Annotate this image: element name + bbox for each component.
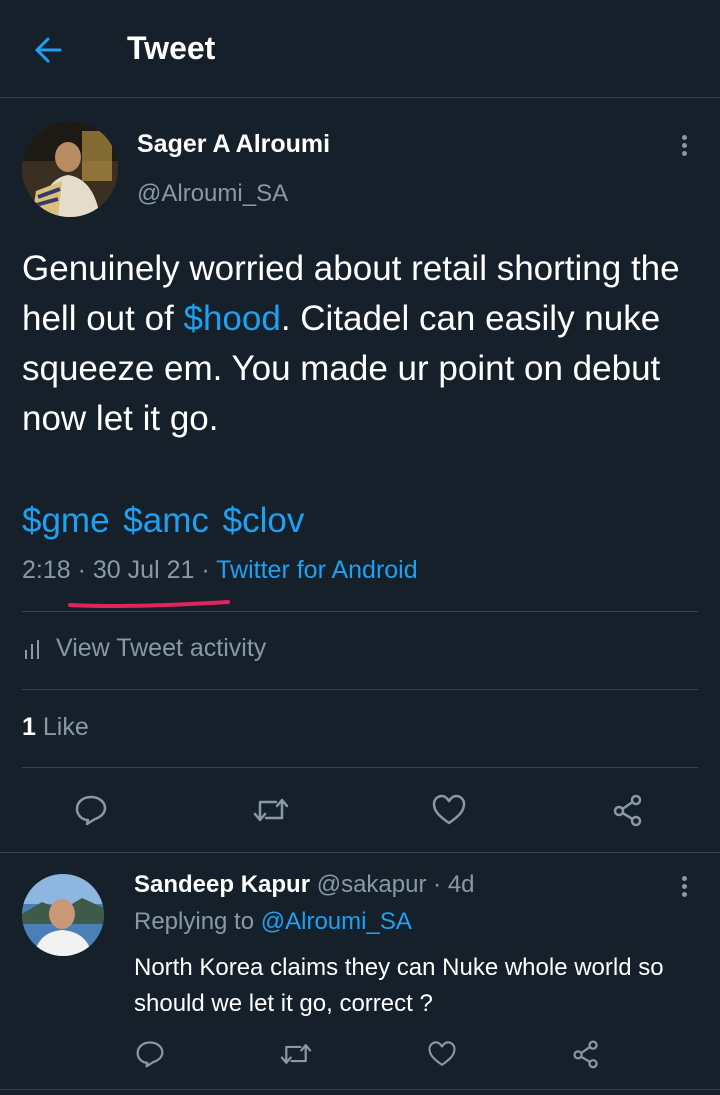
comment-icon — [136, 1041, 164, 1068]
reply-button[interactable] — [74, 793, 108, 827]
heart-icon — [428, 1041, 456, 1066]
tweet-detail-screen: Tweet Sager A Alroumi @Alroumi_SA Genuin… — [0, 0, 720, 1095]
reply-age[interactable]: 4d — [448, 871, 475, 898]
share-icon — [573, 1040, 598, 1069]
tweet-date[interactable]: 30 Jul 21 — [93, 556, 194, 584]
reply-reply-button[interactable] — [135, 1039, 165, 1069]
tweet-time[interactable]: 2:18 — [22, 556, 71, 584]
divider — [22, 689, 698, 690]
bar-chart-icon — [25, 639, 39, 659]
tweet-source[interactable]: Twitter for Android — [216, 556, 417, 584]
author-handle[interactable]: @Alroumi_SA — [137, 180, 288, 208]
more-vertical-icon — [681, 135, 687, 140]
activity-label: View Tweet activity — [56, 634, 267, 662]
reply-author-handle[interactable]: @sakapur — [317, 871, 427, 898]
likes-count[interactable]: 1 Like — [22, 713, 89, 742]
more-vertical-icon — [681, 876, 687, 881]
like-count-label: Like — [42, 713, 89, 741]
share-button[interactable] — [611, 793, 645, 827]
share-icon — [613, 794, 642, 827]
reply-like-button[interactable] — [427, 1040, 457, 1068]
cashtag-link[interactable]: $gme — [22, 501, 110, 540]
avatar-photo — [22, 874, 104, 956]
heart-icon — [432, 794, 466, 825]
top-bar: Tweet — [0, 0, 720, 98]
retweet-button[interactable] — [252, 793, 290, 827]
reply-author-avatar[interactable] — [22, 874, 104, 956]
red-underline-annotation — [68, 600, 230, 608]
cashtags: $gme $amc $clov — [22, 496, 308, 546]
reply-share-button[interactable] — [571, 1039, 601, 1069]
reply-more-options-button[interactable] — [672, 873, 696, 909]
like-button[interactable] — [431, 794, 467, 826]
reply-author-name[interactable]: Sandeep Kapur — [134, 871, 310, 898]
retweet-icon — [280, 1044, 312, 1064]
cashtag-link-hood[interactable]: $hood — [184, 299, 281, 338]
back-button[interactable] — [30, 32, 70, 68]
cashtag-link[interactable]: $amc — [123, 501, 209, 540]
like-count-number: 1 — [22, 713, 36, 741]
reply-retweet-button[interactable] — [279, 1039, 313, 1069]
divider — [22, 611, 698, 612]
divider — [0, 852, 720, 853]
arrow-left-icon — [35, 37, 62, 63]
tweet-text: Genuinely worried about retail shorting … — [22, 244, 712, 444]
reply-text: North Korea claims they can Nuke whole w… — [134, 954, 664, 1017]
more-options-button[interactable] — [672, 132, 696, 168]
divider — [22, 767, 698, 768]
reply-author-line: Sandeep Kapur @sakapur · 4d — [134, 871, 475, 898]
avatar-photo — [22, 121, 118, 217]
divider — [0, 1089, 720, 1090]
author-avatar[interactable] — [22, 121, 118, 217]
cashtag-link[interactable]: $clov — [223, 501, 305, 540]
view-tweet-activity-link[interactable]: View Tweet activity — [22, 634, 266, 663]
page-title: Tweet — [127, 30, 216, 66]
author-name[interactable]: Sager A Alroumi — [137, 130, 330, 159]
retweet-icon — [253, 798, 289, 822]
replying-to-handle[interactable]: @Alroumi_SA — [261, 908, 412, 935]
replying-to-line: Replying to @Alroumi_SA — [134, 908, 412, 936]
comment-icon — [75, 795, 107, 826]
tweet-timestamp: 2:18 · 30 Jul 21 · Twitter for Android — [22, 556, 418, 584]
replying-prefix: Replying to — [134, 908, 255, 935]
